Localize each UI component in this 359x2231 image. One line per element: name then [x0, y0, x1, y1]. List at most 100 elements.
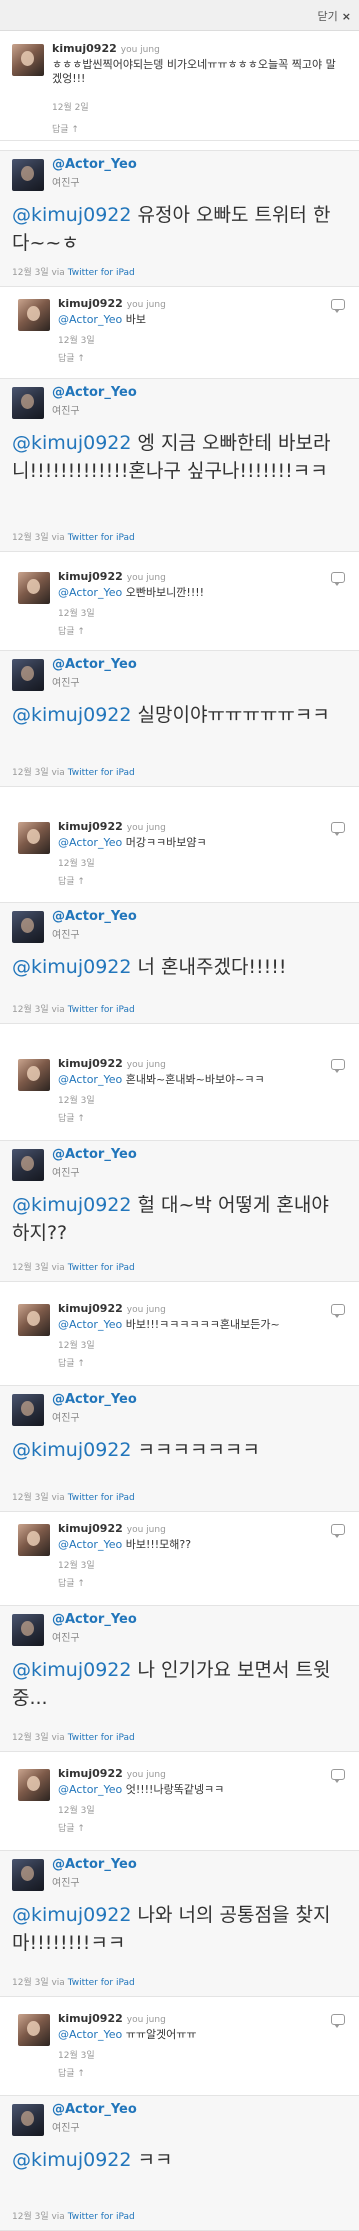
avatar[interactable]	[18, 1059, 50, 1091]
tweet-username[interactable]: kimuj0922 you jung	[58, 2012, 166, 2025]
avatar[interactable]	[12, 1614, 44, 1646]
avatar[interactable]	[18, 572, 50, 604]
tweet-date[interactable]: 12월 3일	[58, 856, 95, 869]
mention-link[interactable]: @Actor_Yeo	[58, 836, 122, 849]
tweet-username[interactable]: kimuj0922 you jung	[52, 42, 160, 55]
tweet-date[interactable]: 12월 3일	[12, 268, 49, 278]
avatar[interactable]	[18, 1524, 50, 1556]
mention-link[interactable]: @kimuj0922	[12, 1659, 131, 1681]
via-link[interactable]: Twitter for iPad	[68, 1005, 135, 1015]
avatar[interactable]	[18, 1769, 50, 1801]
tweet-date[interactable]: 12월 3일	[12, 1978, 49, 1988]
reply-link[interactable]: 답글 ↑	[58, 1356, 85, 1369]
mention-link[interactable]: @kimuj0922	[12, 204, 131, 226]
reply-bubble-icon[interactable]	[331, 2014, 345, 2028]
via-link[interactable]: Twitter for iPad	[68, 1263, 135, 1273]
via-link[interactable]: Twitter for iPad	[68, 768, 135, 778]
tweet-username[interactable]: kimuj0922 you jung	[58, 820, 166, 833]
tweet-username[interactable]: kimuj0922 you jung	[58, 1522, 166, 1535]
via-link[interactable]: Twitter for iPad	[68, 533, 135, 543]
reply-bubble-icon[interactable]	[331, 1304, 345, 1318]
actor-username[interactable]: @Actor_Yeo	[52, 385, 137, 400]
reply-link[interactable]: 답글 ↑	[58, 1576, 85, 1589]
tweet-username[interactable]: kimuj0922 you jung	[58, 1302, 166, 1315]
actor-username[interactable]: @Actor_Yeo	[52, 1147, 137, 1162]
avatar[interactable]	[12, 159, 44, 191]
reply-bubble-icon[interactable]	[331, 1769, 345, 1783]
close-button[interactable]: 닫기 ×	[318, 8, 351, 24]
actor-username[interactable]: @Actor_Yeo	[52, 909, 137, 924]
actor-username[interactable]: @Actor_Yeo	[52, 157, 137, 172]
actor-username[interactable]: @Actor_Yeo	[52, 1857, 137, 1872]
avatar[interactable]	[18, 1304, 50, 1336]
actor-username[interactable]: @Actor_Yeo	[52, 657, 137, 672]
mention-link[interactable]: @Actor_Yeo	[58, 2028, 122, 2041]
actor-username[interactable]: @Actor_Yeo	[52, 1392, 137, 1407]
tweet-date[interactable]: 12월 3일	[12, 768, 49, 778]
via-link[interactable]: Twitter for iPad	[68, 1733, 135, 1743]
mention-link[interactable]: @Actor_Yeo	[58, 1783, 122, 1796]
avatar[interactable]	[12, 387, 44, 419]
reply-link[interactable]: 답글 ↑	[58, 874, 85, 887]
actor-username[interactable]: @Actor_Yeo	[52, 2102, 137, 2117]
reply-link[interactable]: 답글 ↑	[58, 1821, 85, 1834]
tweet-date[interactable]: 12월 3일	[58, 2048, 95, 2061]
avatar[interactable]	[18, 822, 50, 854]
tweet-date[interactable]: 12월 3일	[58, 1558, 95, 1571]
tweet-date[interactable]: 12월 3일	[58, 606, 95, 619]
via-link[interactable]: Twitter for iPad	[68, 2212, 135, 2222]
mention-link[interactable]: @kimuj0922	[12, 704, 131, 726]
avatar[interactable]	[12, 659, 44, 691]
reply-bubble-icon[interactable]	[331, 1524, 345, 1538]
tweet-username[interactable]: kimuj0922 you jung	[58, 1767, 166, 1780]
via-link[interactable]: Twitter for iPad	[68, 1978, 135, 1988]
mention-link[interactable]: @kimuj0922	[12, 1439, 131, 1461]
avatar[interactable]	[12, 1149, 44, 1181]
mention-link[interactable]: @Actor_Yeo	[58, 313, 122, 326]
tweet-date[interactable]: 12월 3일	[12, 533, 49, 543]
reply-link[interactable]: 답글 ↑	[52, 122, 79, 135]
mention-link[interactable]: @kimuj0922	[12, 956, 131, 978]
actor-username[interactable]: @Actor_Yeo	[52, 1612, 137, 1627]
tweet-date[interactable]: 12월 3일	[12, 1263, 49, 1273]
mention-link[interactable]: @kimuj0922	[12, 1904, 131, 1926]
reply-link[interactable]: 답글 ↑	[58, 1111, 85, 1124]
avatar[interactable]	[12, 44, 44, 76]
reply-link[interactable]: 답글 ↑	[58, 624, 85, 637]
avatar[interactable]	[12, 1394, 44, 1426]
mention-link[interactable]: @Actor_Yeo	[58, 1538, 122, 1551]
mention-link[interactable]: @kimuj0922	[12, 1194, 131, 1216]
reply-link[interactable]: 답글 ↑	[58, 351, 85, 364]
tweet-username[interactable]: kimuj0922 you jung	[58, 297, 166, 310]
reply-bubble-icon[interactable]	[331, 572, 345, 586]
avatar[interactable]	[18, 299, 50, 331]
tweet-date[interactable]: 12월 3일	[58, 1093, 95, 1106]
mention-link[interactable]: @Actor_Yeo	[58, 1073, 122, 1086]
tweet-date[interactable]: 12월 3일	[58, 1338, 95, 1351]
mention-link[interactable]: @Actor_Yeo	[58, 586, 122, 599]
reply-bubble-icon[interactable]	[331, 1059, 345, 1073]
tweet-date[interactable]: 12월 3일	[12, 2212, 49, 2222]
tweet-date[interactable]: 12월 3일	[12, 1005, 49, 1015]
tweet-date[interactable]: 12월 3일	[12, 1493, 49, 1503]
via-link[interactable]: Twitter for iPad	[68, 268, 135, 278]
actor-tweet: @Actor_Yeo 여진구 @kimuj0922 엥 지금 오빠한테 바보라니!!…	[0, 378, 359, 552]
mention-link[interactable]: @kimuj0922	[12, 2149, 131, 2171]
mention-link[interactable]: @Actor_Yeo	[58, 1318, 122, 1331]
reply-bubble-icon[interactable]	[331, 822, 345, 836]
tweet-date[interactable]: 12월 2일	[52, 100, 89, 113]
avatar[interactable]	[12, 911, 44, 943]
reply-link[interactable]: 답글 ↑	[58, 2066, 85, 2079]
avatar[interactable]	[18, 2014, 50, 2046]
mention-link[interactable]: @kimuj0922	[12, 432, 131, 454]
tweet-date[interactable]: 12월 3일	[12, 1733, 49, 1743]
avatar[interactable]	[12, 2104, 44, 2136]
reply-tweet: kimuj0922 you jung @Actor_Yeo 엇!!!!나랑똑같넹ㅋㅋ…	[0, 1765, 359, 1837]
reply-bubble-icon[interactable]	[331, 299, 345, 313]
tweet-username[interactable]: kimuj0922 you jung	[58, 1057, 166, 1070]
tweet-date[interactable]: 12월 3일	[58, 333, 95, 346]
avatar[interactable]	[12, 1859, 44, 1891]
tweet-date[interactable]: 12월 3일	[58, 1803, 95, 1816]
tweet-username[interactable]: kimuj0922 you jung	[58, 570, 166, 583]
via-link[interactable]: Twitter for iPad	[68, 1493, 135, 1503]
